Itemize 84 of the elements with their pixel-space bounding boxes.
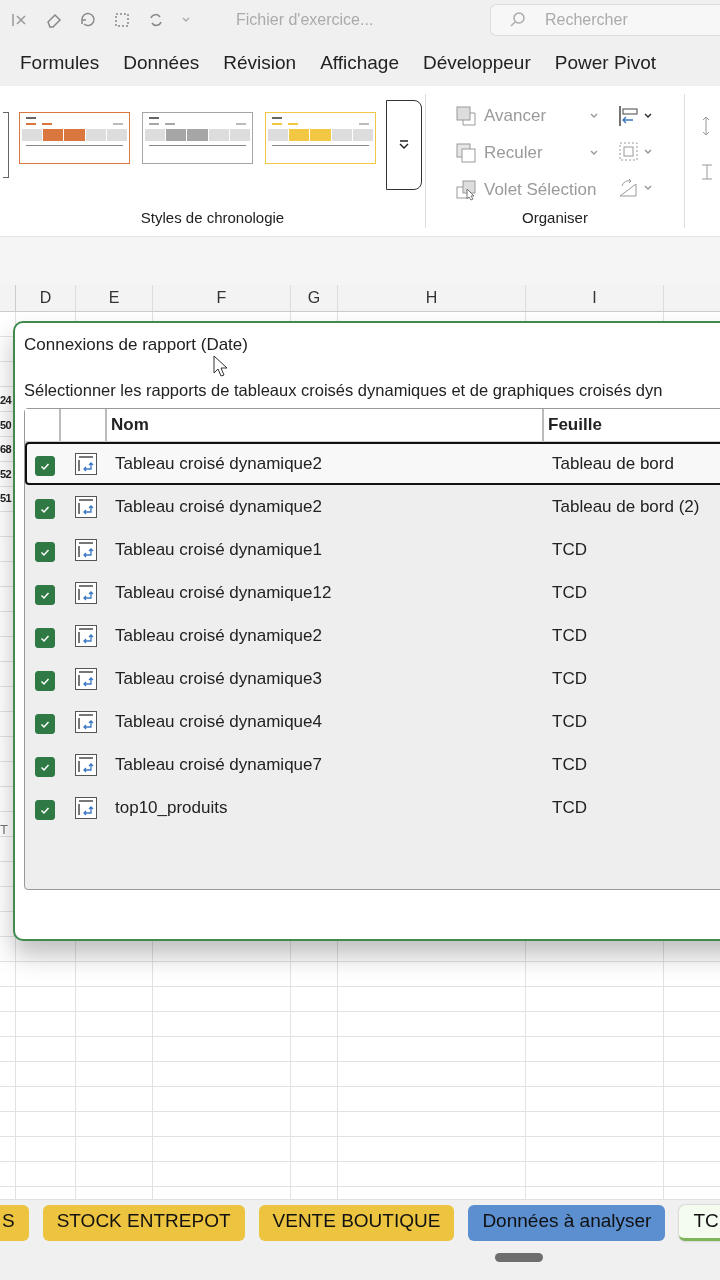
cell-value: 50: [0, 417, 12, 433]
cell-value: 51: [0, 491, 12, 506]
column-header[interactable]: H: [338, 285, 526, 311]
report-name: Tableau croisé dynamique4: [114, 711, 323, 732]
list-row[interactable]: Tableau croisé dynamique2 TCD: [25, 614, 720, 657]
timeline-style-thumbnail[interactable]: [3, 112, 9, 178]
sheet-name: TCD: [551, 539, 588, 560]
list-row[interactable]: Tableau croisé dynamique3 TCD: [25, 657, 720, 700]
list-row[interactable]: Tableau croisé dynamique4 TCD: [25, 700, 720, 743]
gallery-more-button[interactable]: [386, 100, 422, 190]
menu-tab[interactable]: Développeur: [411, 52, 543, 74]
checkbox[interactable]: [35, 584, 55, 605]
group-label: Styles de chronologie: [140, 209, 285, 228]
pivot-table-icon: [74, 623, 98, 648]
pivot-table-icon: [74, 537, 98, 562]
timeline-style-thumbnail[interactable]: [142, 112, 253, 164]
bring-forward-icon: [454, 104, 478, 128]
sheet-tab[interactable]: STOCK ENTREPOT: [42, 1204, 245, 1241]
sheet-tab[interactable]: TC: [679, 1204, 720, 1241]
sheet-tab[interactable]: Données à analyser: [468, 1204, 666, 1241]
menu-tab[interactable]: Power Pivot: [542, 52, 669, 74]
group-label: Organiser: [522, 209, 588, 228]
pivot-table-icon: [74, 666, 98, 691]
dialog-title: Connexions de rapport (Date): [24, 335, 248, 355]
checkbox[interactable]: [35, 455, 55, 476]
list-row[interactable]: Tableau croisé dynamique7 TCD: [25, 743, 720, 786]
column-header[interactable]: D: [16, 285, 76, 311]
menu-tab[interactable]: Affichage: [308, 52, 411, 74]
pivot-table-icon: [74, 752, 98, 777]
checkbox[interactable]: [35, 498, 55, 519]
sheet-tab[interactable]: VENTE BOUTIQUE: [258, 1204, 455, 1241]
checkbox[interactable]: [35, 627, 55, 648]
checkbox[interactable]: [35, 670, 55, 691]
sheet-name: TCD: [551, 754, 588, 775]
list-row[interactable]: Tableau croisé dynamique2 Tableau de bord: [25, 442, 720, 485]
pivot-table-icon: [74, 795, 98, 820]
report-name: Tableau croisé dynamique2: [114, 496, 323, 517]
list-row[interactable]: Tableau croisé dynamique1 TCD: [25, 528, 720, 571]
pivot-table-icon: [74, 580, 98, 605]
report-name: Tableau croisé dynamique1: [114, 539, 323, 560]
column-header[interactable]: I: [526, 285, 664, 311]
checkbox[interactable]: [35, 713, 55, 734]
sheet-name: TCD: [551, 668, 588, 689]
dialog-description: Sélectionner les rapports de tableaux croisés dynamiques et de graphiques croisés dyn: [24, 381, 663, 400]
pivot-table-icon: [74, 451, 98, 476]
timeline-style-thumbnail[interactable]: [19, 112, 130, 164]
pivot-table-icon: [74, 494, 98, 519]
checkbox[interactable]: [35, 799, 55, 820]
report-name: Tableau croisé dynamique2: [114, 453, 323, 474]
selection-pane-icon: [454, 178, 478, 202]
report-name: top10_produits: [114, 797, 229, 818]
cell-value: 52: [0, 466, 12, 482]
column-header[interactable]: E: [76, 285, 153, 311]
column-header[interactable]: F: [153, 285, 291, 311]
menu-tab[interactable]: Révision: [211, 52, 309, 74]
report-name: Tableau croisé dynamique12: [114, 582, 333, 603]
cell-value: 68: [0, 442, 12, 457]
search-field[interactable]: Rechercher: [490, 4, 720, 36]
menu-tab[interactable]: Données: [111, 52, 212, 74]
report-name: Tableau croisé dynamique2: [114, 625, 323, 646]
sheet-name: Tableau de bord (2): [551, 496, 701, 517]
select-icon[interactable]: [112, 10, 132, 30]
menu-tab[interactable]: Formules: [8, 52, 112, 74]
cell-value: 24: [0, 393, 12, 408]
column-header[interactable]: G: [291, 285, 338, 311]
list-row[interactable]: top10_produits TCD: [25, 786, 720, 829]
checkbox[interactable]: [35, 541, 55, 562]
sheet-name: TCD: [551, 582, 588, 603]
report-name: Tableau croisé dynamique3: [114, 668, 323, 689]
list-row[interactable]: Tableau croisé dynamique2 Tableau de bord (2): [25, 485, 720, 528]
scroll-handle[interactable]: [495, 1253, 543, 1262]
pivot-table-icon: [74, 709, 98, 734]
column-header[interactable]: Feuille: [544, 409, 720, 441]
list-row[interactable]: Tableau croisé dynamique12 TCD: [25, 571, 720, 614]
cell-value: T: [0, 820, 8, 839]
mouse-cursor-icon: [213, 355, 227, 377]
sheet-name: Tableau de bord: [551, 453, 675, 474]
sheet-name: TCD: [551, 625, 588, 646]
report-name: Tableau croisé dynamique7: [114, 754, 323, 775]
sheet-name: TCD: [551, 711, 588, 732]
sheet-name: TCD: [551, 797, 588, 818]
send-backward-icon: [454, 141, 478, 165]
checkbox[interactable]: [35, 756, 55, 777]
sheet-tab[interactable]: S: [0, 1204, 29, 1241]
